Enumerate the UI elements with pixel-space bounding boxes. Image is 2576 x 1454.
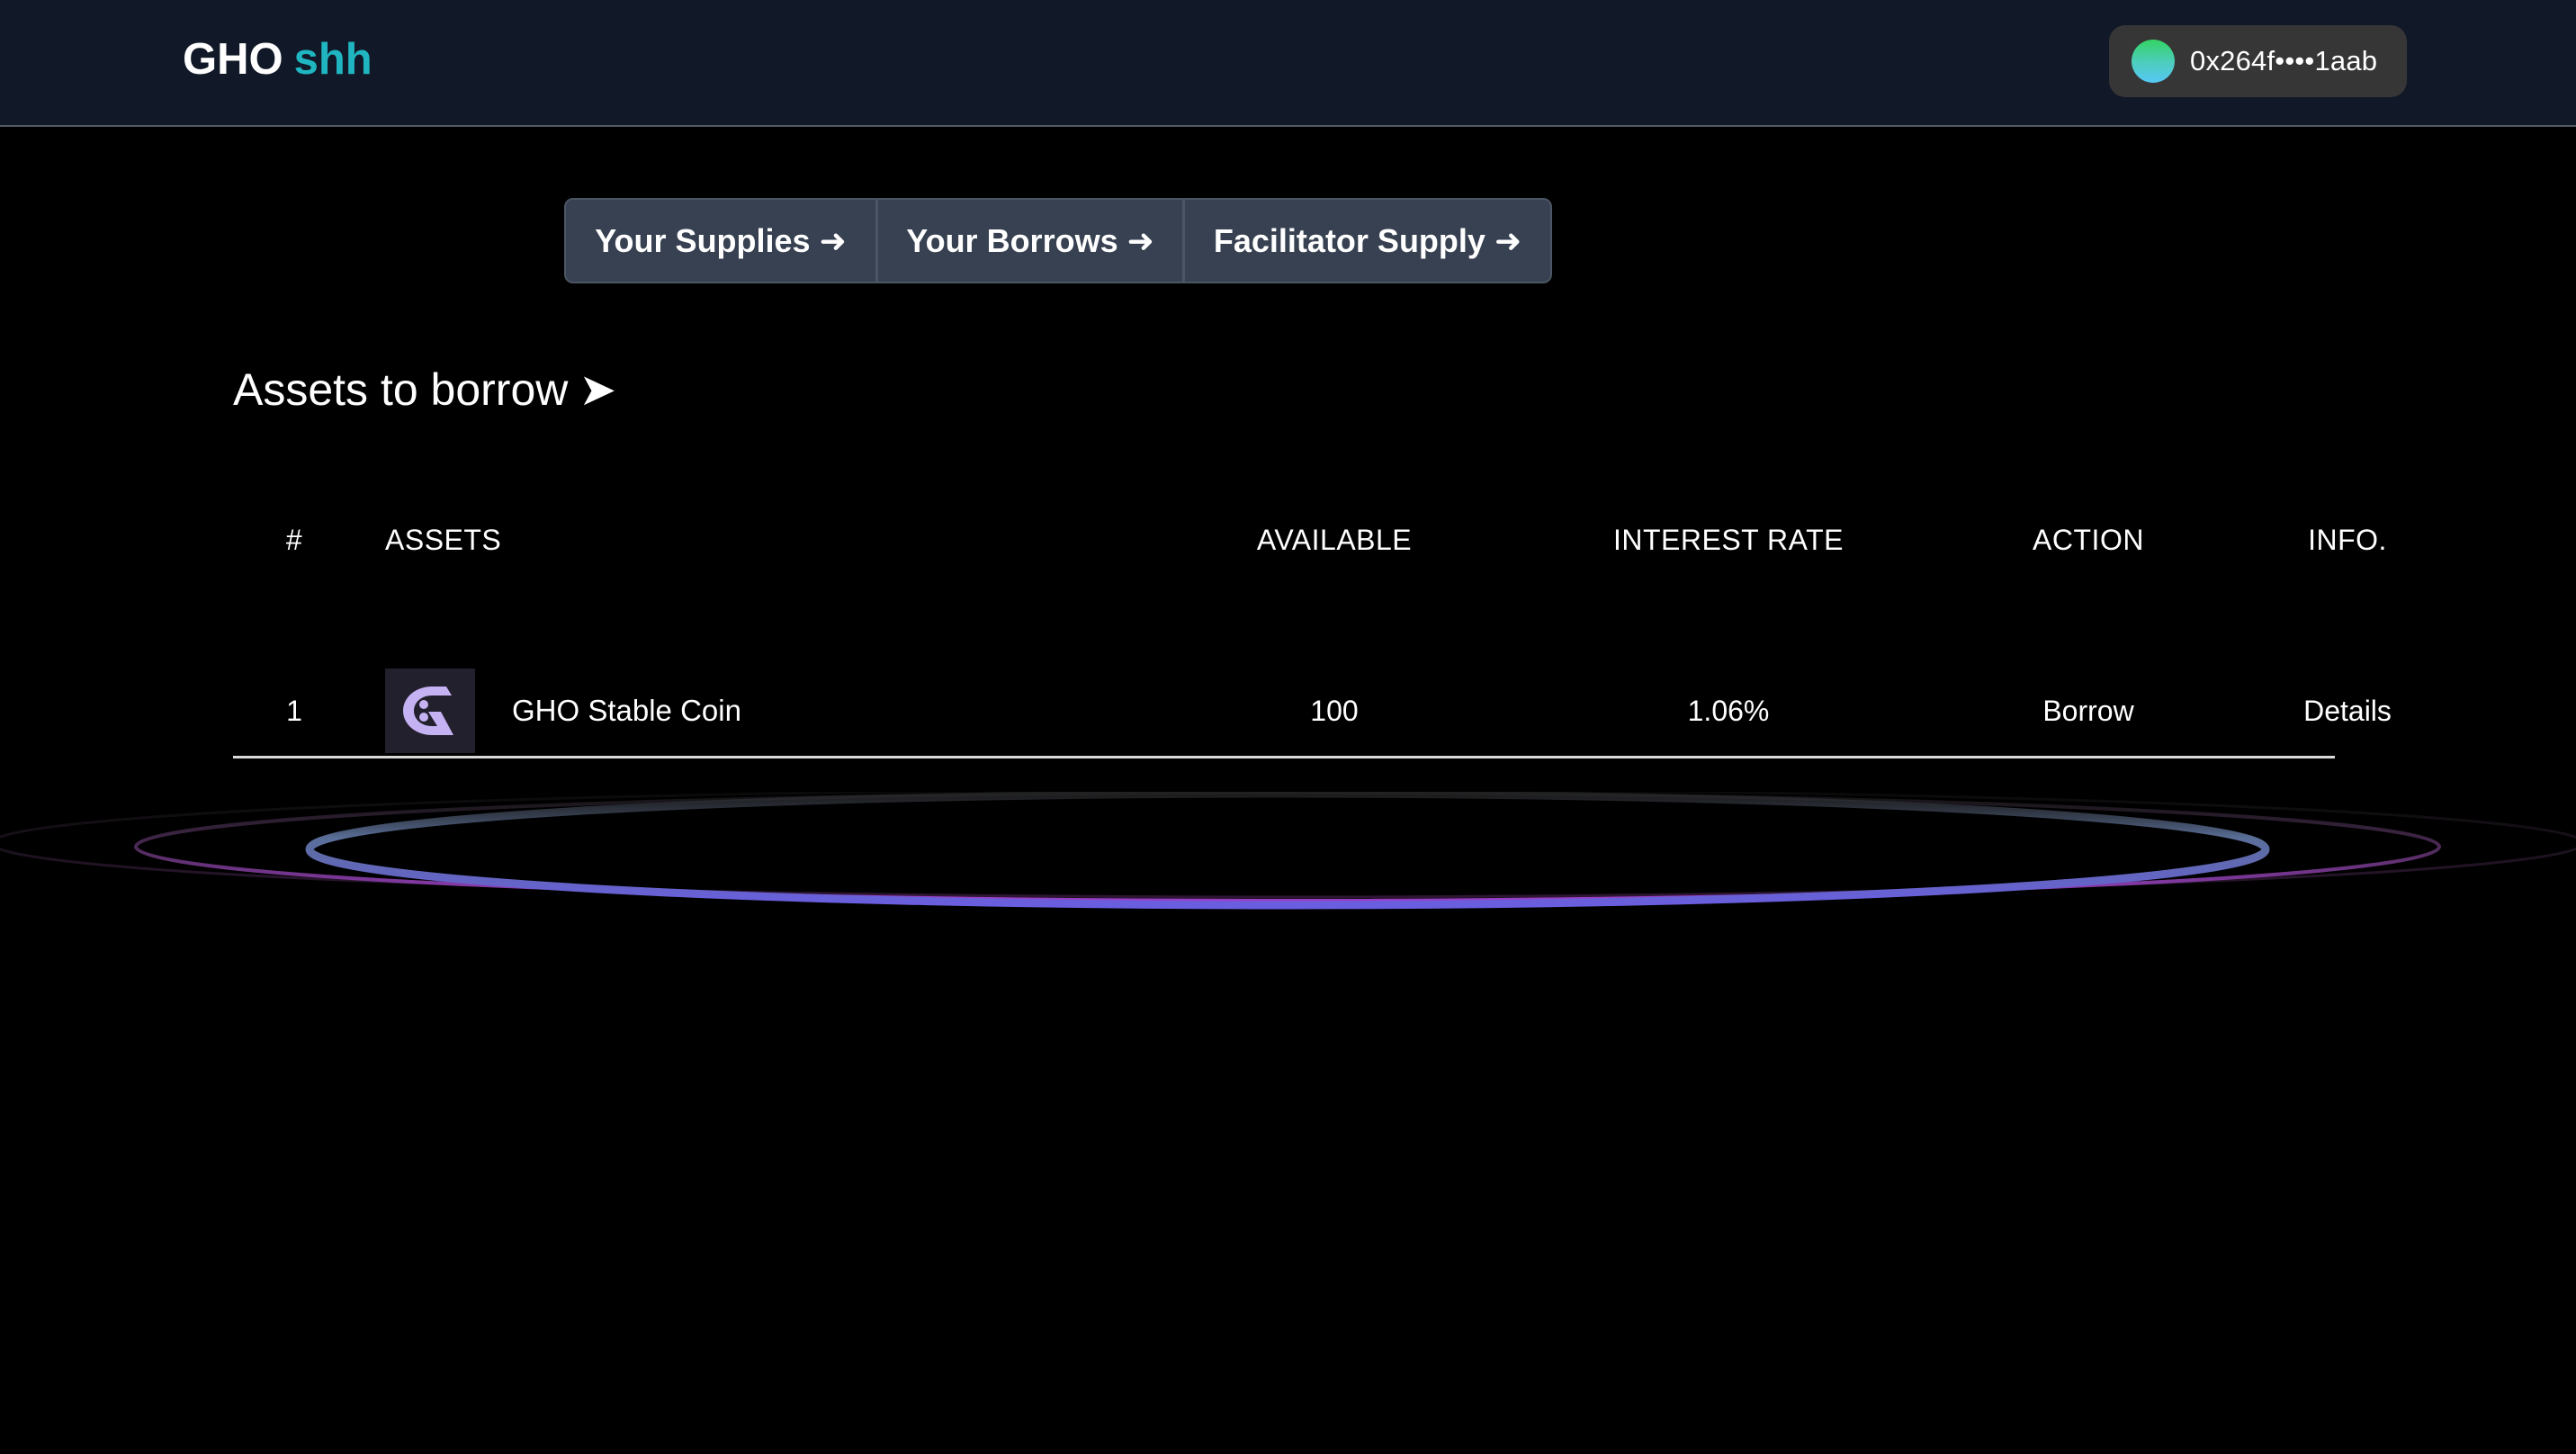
top-navbar: GHO shh 0x264f••••1aab [0,0,2576,127]
interest-rate-value: 1.06% [1687,695,1770,727]
your-supplies-label: Your Supplies [595,221,811,259]
details-link[interactable]: Details [2212,693,2482,729]
logo-primary-text: GHO [183,35,283,84]
your-supplies-button[interactable]: Your Supplies ➜ [566,200,875,282]
assets-table: # ASSETS AVAILABLE INTEREST RATE ACTION … [233,504,2392,758]
arrow-right-icon: ➜ [1494,221,1522,259]
gho-token-icon [385,669,475,753]
facilitator-supply-button[interactable]: Facilitator Supply ➜ [1182,200,1550,282]
app-logo[interactable]: GHO shh [183,32,372,86]
column-header-index: # [285,524,303,556]
column-header-interest-rate: INTEREST RATE [1612,524,1844,556]
arrow-right-icon: ➜ [1126,221,1154,259]
wallet-avatar-icon [2132,40,2175,83]
table-header-row: # ASSETS AVAILABLE INTEREST RATE ACTION … [233,504,2387,576]
asset-cell: GHO Stable Coin [385,669,741,753]
your-borrows-button[interactable]: Your Borrows ➜ [875,200,1182,282]
section-title-text: Assets to borrow [233,364,569,415]
decorative-rings-graphic [0,792,2576,910]
your-borrows-label: Your Borrows [906,221,1118,259]
section-nav-button-group: Your Supplies ➜ Your Borrows ➜ Facilitat… [564,198,1552,283]
column-header-assets: ASSETS [385,524,502,556]
facilitator-supply-label: Facilitator Supply [1213,221,1485,259]
page: GHO shh 0x264f••••1aab Your Supplies ➜ Yo… [0,0,2576,1454]
wallet-address: 0x264f••••1aab [2190,45,2378,76]
available-amount: 100 [1310,695,1359,727]
column-header-available: AVAILABLE [1256,524,1413,556]
middle-ring [134,792,2441,902]
borrow-button[interactable]: Borrow [1953,693,2223,729]
arrow-right-icon: ➜ [819,221,847,259]
gho-token-glyph [403,687,453,735]
wallet-connect-button[interactable]: 0x264f••••1aab [2109,25,2407,97]
logo-accent-text: shh [293,35,372,84]
row-index: 1 [286,695,302,727]
asset-name: GHO Stable Coin [512,694,741,727]
outer-ring [0,792,2576,899]
column-header-action: ACTION [2033,524,2144,556]
table-row: 1 GHO Stable Coin 100 1.06% Borrow Detai… [233,576,2392,758]
section-title: Assets to borrow ➤ [233,358,616,421]
inner-ring [305,792,2270,910]
column-header-info: INFO. [2308,524,2387,556]
pointer-arrow-icon: ➤ [579,364,617,415]
